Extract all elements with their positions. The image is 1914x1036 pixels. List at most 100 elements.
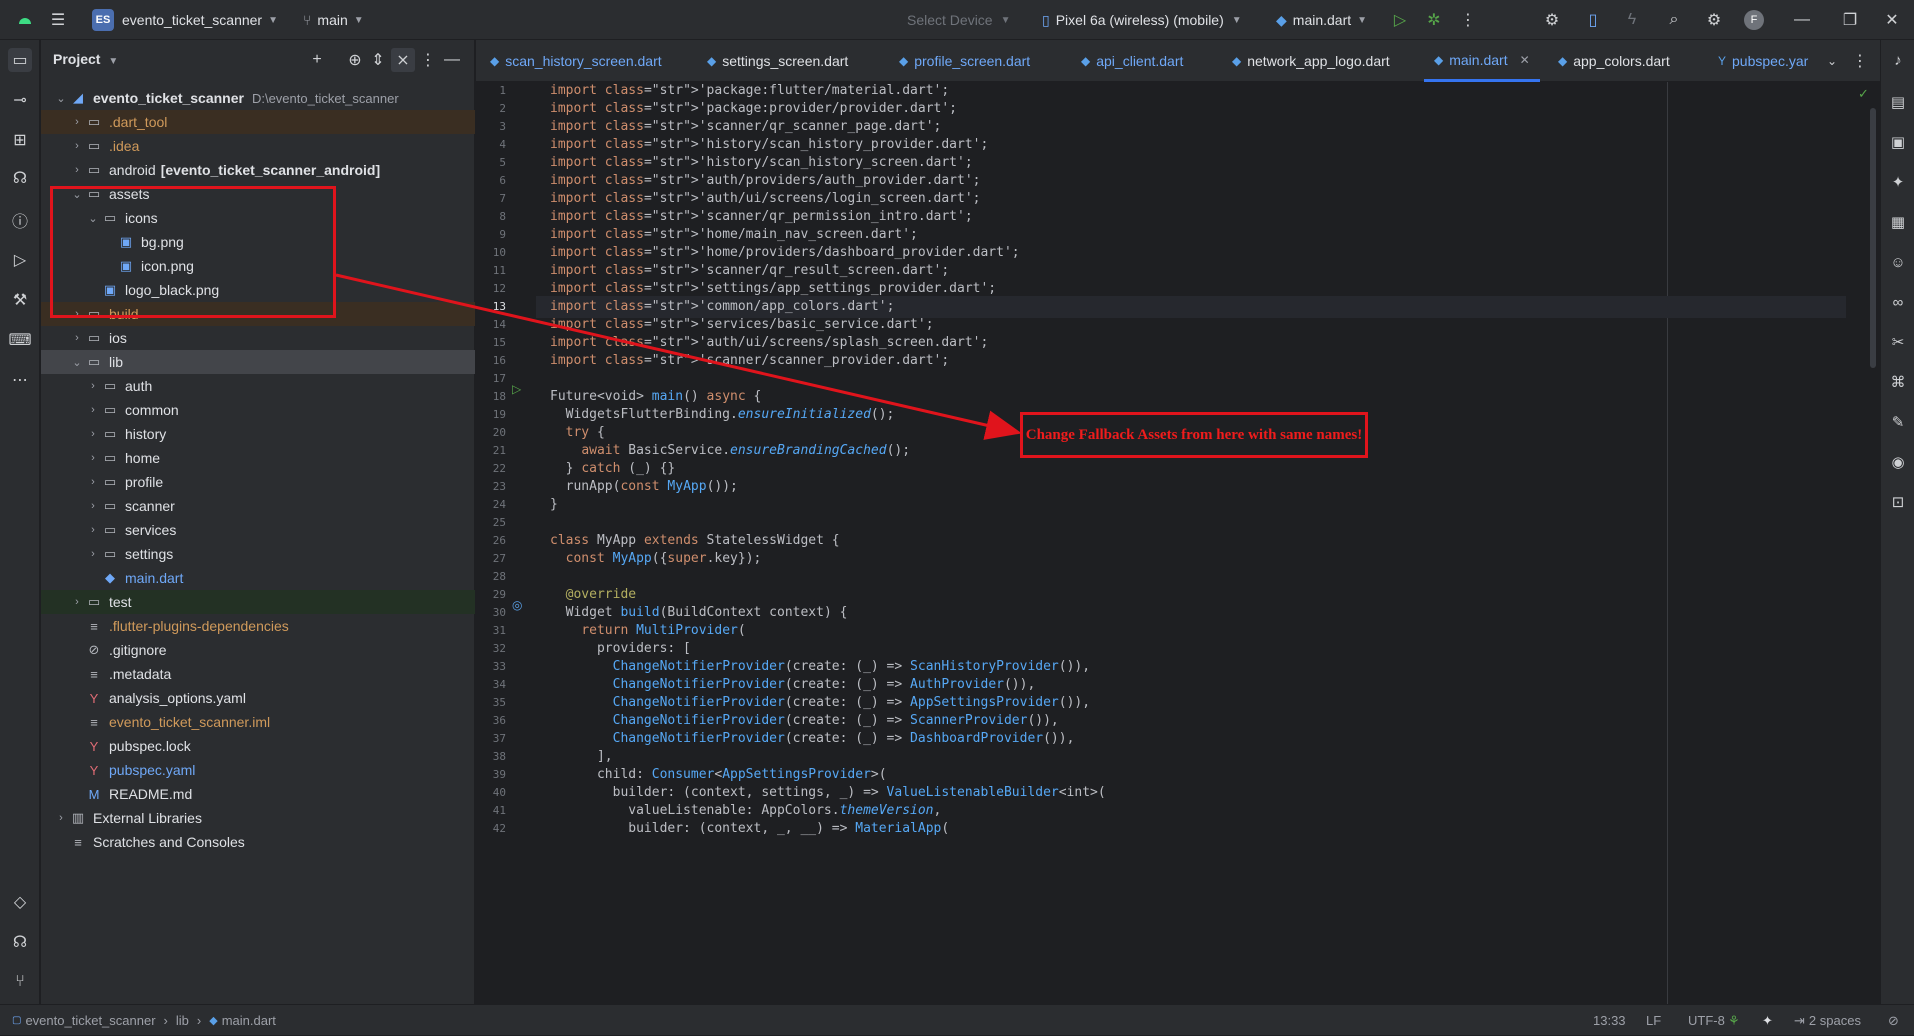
chevron-right-icon[interactable]: › [85,524,101,536]
tree-item-settings[interactable]: › ▭ settings [41,542,475,566]
tree-item-metadata[interactable]: ≡ .metadata [41,662,475,686]
project-view-dropdown[interactable]: Project ▼ [53,51,118,67]
tree-item-profile[interactable]: › ▭ profile [41,470,475,494]
hot-reload-button[interactable]: ϟ [1620,0,1644,40]
tab-app-colors[interactable]: ◆ app_colors.dart [1558,40,1670,82]
branch-switcher[interactable]: ⑂ main ▼ [303,0,364,40]
tools-icon[interactable]: ✂ [1886,330,1910,354]
tree-item-auth[interactable]: › ▭ auth [41,374,475,398]
device-file-icon[interactable]: ▤ [1886,90,1910,114]
tab-pubspec[interactable]: Ypubspec.yar [1718,40,1808,82]
run-panel-icon[interactable]: ▷ [8,248,32,272]
tree-root[interactable]: ⌄ ◢ evento_ticket_scanner D:\evento_tick… [41,86,475,110]
tree-item-pubspec-lock[interactable]: Ypubspec.lock [41,734,475,758]
tree-item-idea[interactable]: › ▭ .idea [41,134,475,158]
account-button[interactable]: F [1744,0,1764,40]
chevron-right-icon[interactable]: › [69,116,85,128]
file-encoding[interactable]: UTF-8 [1688,1005,1725,1036]
git-icon[interactable]: ⑂ [8,970,32,994]
tree-item-scanner[interactable]: › ▭ scanner [41,494,475,518]
tree-item-pubspec-yaml[interactable]: Ypubspec.yaml [41,758,475,782]
tree-item-external-libraries[interactable]: › ▥ External Libraries [41,806,475,830]
chevron-right-icon[interactable]: › [85,548,101,560]
chevron-right-icon[interactable]: › [53,812,69,824]
gemini-icon[interactable]: ✦ [1886,170,1910,194]
tree-item-scratches[interactable]: ≡ Scratches and Consoles [41,830,475,854]
android-icon[interactable]: ☊ [8,166,32,190]
main-menu-button[interactable]: ☰ [46,0,70,40]
tree-item-dart-tool[interactable]: › ▭ .dart_tool [41,110,475,134]
search-button[interactable]: ⌕ [1662,0,1686,40]
minimize-button[interactable]: — [1790,0,1814,40]
capture-icon[interactable]: ⊡ [1886,490,1910,514]
terminal-icon[interactable]: ⌨ [8,328,32,352]
layout-inspector-icon[interactable]: ▣ [1886,130,1910,154]
collapse-icon[interactable]: ⨯ [391,48,415,72]
tree-item-main-dart[interactable]: ◆ main.dart [41,566,475,590]
more-actions-button[interactable]: ⋮ [1456,0,1480,40]
vcs-icon[interactable]: ⚘ [1728,1005,1740,1036]
tree-item-readme[interactable]: M README.md [41,782,475,806]
locate-icon[interactable]: ⊕ [343,48,367,72]
run-config-dropdown[interactable]: ◆ main.dart ▼ [1276,0,1367,40]
tree-item-android[interactable]: › ▭ android [evento_ticket_scanner_android] [41,158,475,182]
line-separator[interactable]: LF [1646,1005,1661,1036]
tree-item-test[interactable]: › ▭ test [41,590,475,614]
expand-icon[interactable]: ⇕ [366,48,390,72]
chevron-right-icon[interactable]: › [85,452,101,464]
chevron-right-icon[interactable]: › [69,140,85,152]
tree-item-gitignore[interactable]: ⊘ .gitignore [41,638,475,662]
project-switcher[interactable]: ES evento_ticket_scanner ▼ [92,0,278,40]
bug-button[interactable]: ⚙ [1540,0,1564,40]
inspector-icon[interactable]: ⌘ [1886,370,1910,394]
chevron-right-icon[interactable]: › [85,428,101,440]
tab-api-client[interactable]: ◆ api_client.dart [1081,40,1183,82]
chevron-down-icon[interactable]: ⌄ [1820,49,1844,73]
structure-icon[interactable]: ⊞ [8,128,32,152]
tree-item-lib[interactable]: ⌄ ▭ lib [41,350,475,374]
options-icon[interactable]: ⋮ [416,48,440,72]
chevron-right-icon[interactable]: › [85,500,101,512]
preview-icon[interactable]: ▦ [1886,210,1910,234]
debug-button[interactable]: ✲ [1422,0,1446,40]
chevron-down-icon[interactable]: ⌄ [69,356,85,369]
tab-scan-history-screen[interactable]: ◆ scan_history_screen.dart [490,40,662,82]
lock-icon[interactable]: ⊘ [1888,1005,1899,1036]
cursor-position[interactable]: 13:33 [1593,1005,1626,1036]
tree-item-flutter-plugins[interactable]: ≡ .flutter-plugins-dependencies [41,614,475,638]
hide-icon[interactable]: — [440,48,464,72]
problems-icon[interactable]: ⓘ [8,208,32,232]
tab-profile-screen[interactable]: ◆ profile_screen.dart [899,40,1030,82]
gem-icon[interactable]: ◇ [8,890,32,914]
select-device-dropdown[interactable]: Select Device ▼ [907,0,1011,40]
chevron-right-icon[interactable]: › [85,380,101,392]
breadcrumb-project[interactable]: evento_ticket_scanner [25,1013,155,1028]
settings-button[interactable]: ⚙ [1702,0,1726,40]
ai-assistant-icon[interactable]: ✦ [1762,1005,1773,1036]
tree-item-services[interactable]: › ▭ services [41,518,475,542]
copilot-icon[interactable]: ☺ [1886,250,1910,274]
gutter-run-icon[interactable]: ▷ [512,382,521,396]
tree-item-ios[interactable]: › ▭ ios [41,326,475,350]
add-icon[interactable]: + [305,48,329,72]
close-button[interactable]: ✕ [1880,0,1904,40]
gutter-override-icon[interactable]: ◎ [512,598,522,612]
chevron-right-icon[interactable]: › [85,476,101,488]
tab-network-app-logo[interactable]: ◆ network_app_logo.dart [1232,40,1390,82]
tab-main-dart[interactable]: ◆ main.dart ✕ [1424,40,1540,82]
code-editor[interactable]: 1 2 3 4 5 6 7 8 9 10 11 12 13 14 15 16 17 18 19 20 21 22 23 24 2… [476,82,1880,1004]
more-tools-icon[interactable]: ⋯ [8,368,32,392]
chevron-right-icon[interactable]: › [85,404,101,416]
tree-item-home[interactable]: › ▭ home [41,446,475,470]
folder-icon[interactable]: ▭ [8,48,32,72]
scrollbar[interactable] [1870,108,1876,368]
tree-item-analysis-options[interactable]: Yanalysis_options.yaml [41,686,475,710]
build-icon[interactable]: ⚒ [8,288,32,312]
pencil-icon[interactable]: ✎ [1886,410,1910,434]
commit-icon[interactable]: ⊸ [8,88,32,112]
notifications-icon[interactable]: ♪ [1886,48,1910,72]
chevron-right-icon[interactable]: › [69,164,85,176]
logcat-icon[interactable]: ☊ [8,930,32,954]
device-manager-button[interactable]: ▯ [1581,0,1605,40]
indent-setting[interactable]: ⇥ 2 spaces [1794,1005,1861,1036]
